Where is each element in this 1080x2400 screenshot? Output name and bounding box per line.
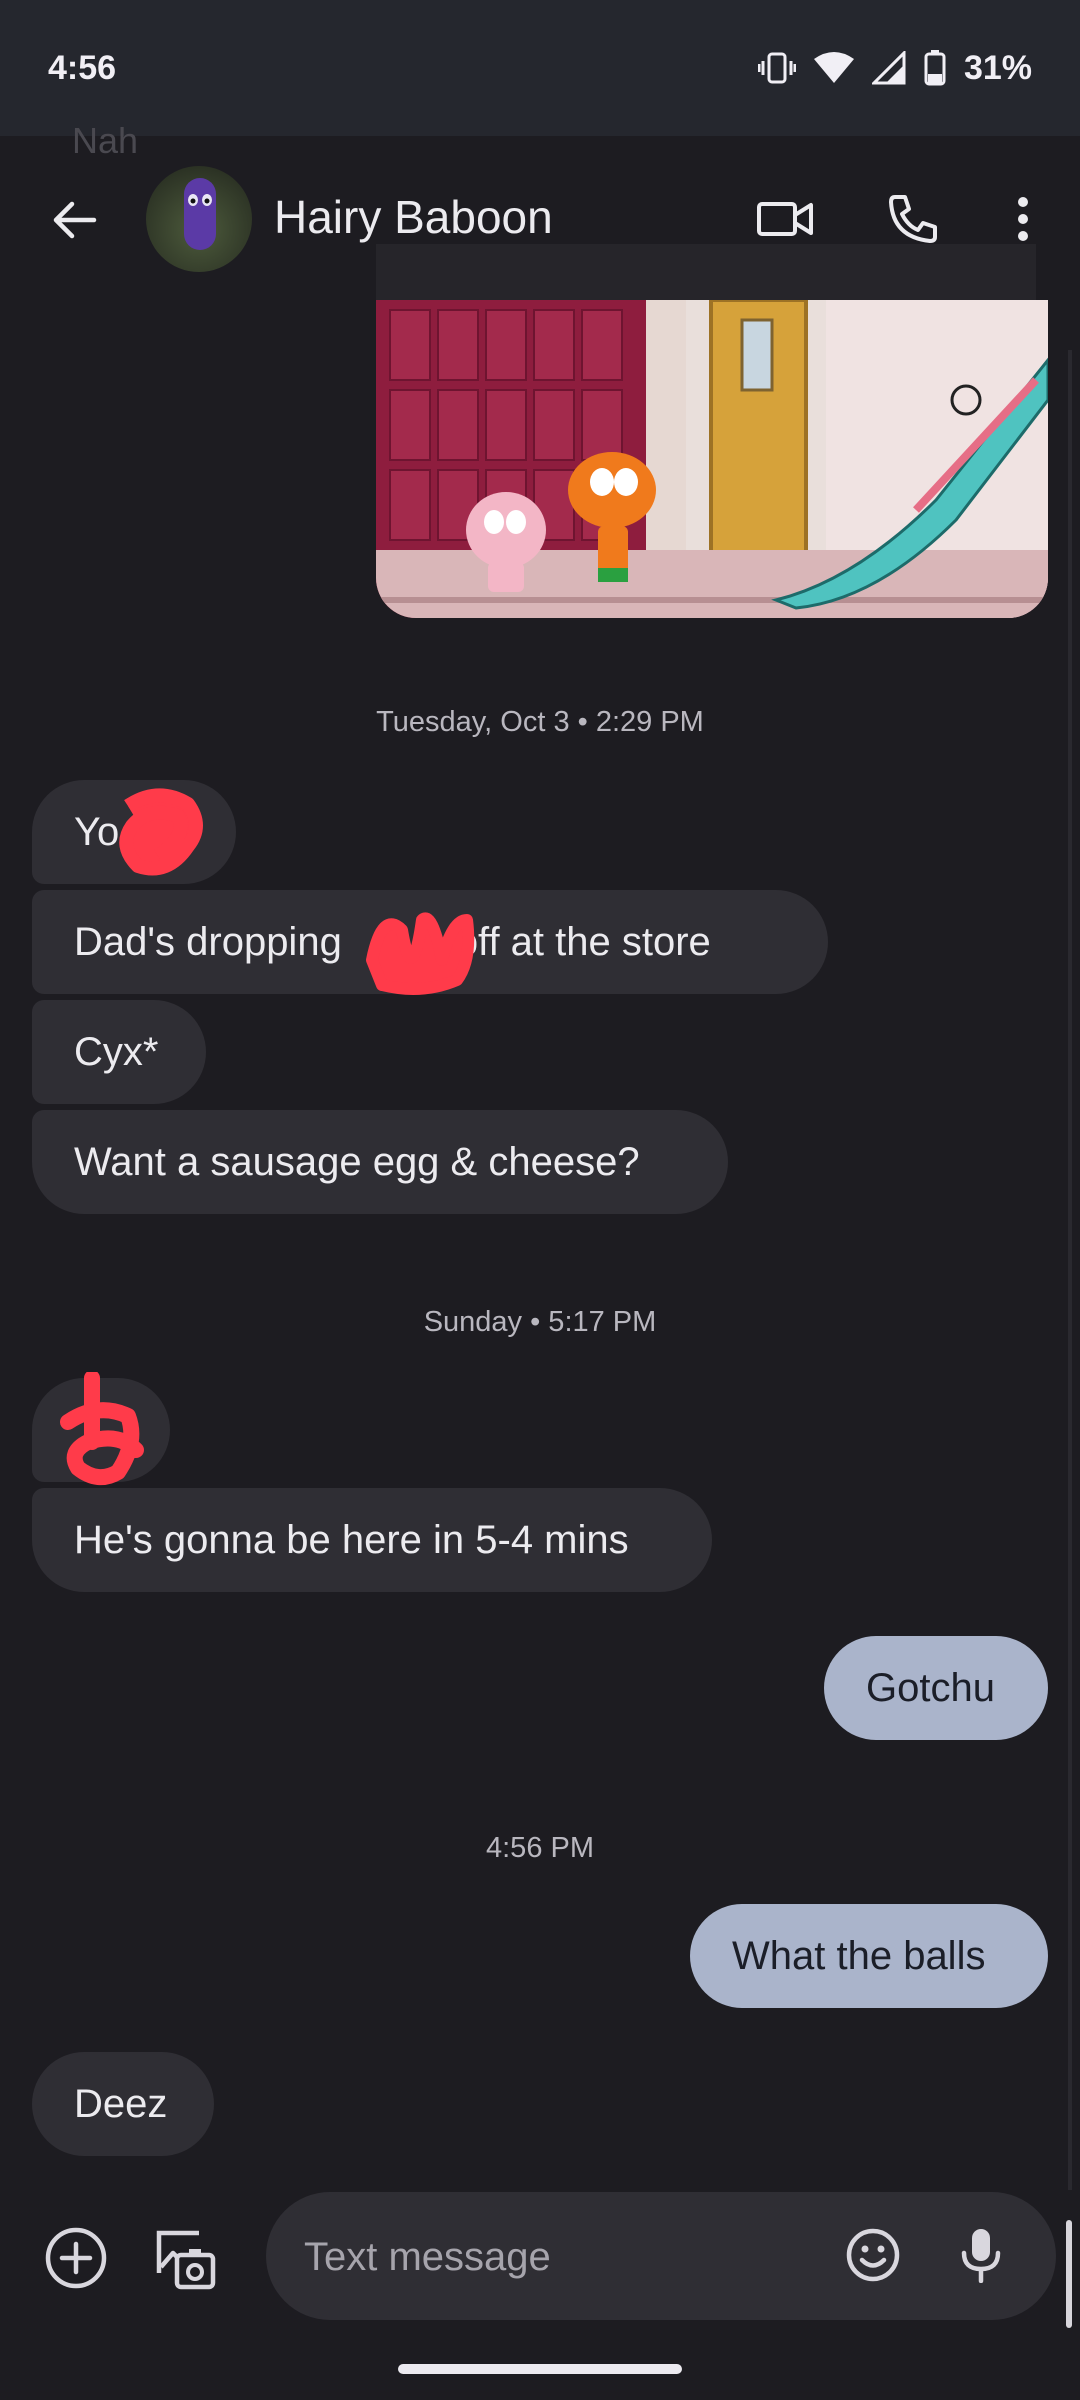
message-text: Deez [74,2081,168,2126]
wifi-icon [813,52,854,83]
vibrate-icon [757,52,796,84]
emoji-button[interactable] [840,2222,906,2288]
status-bar: 4:56 31% [0,0,1080,136]
back-arrow-icon [53,201,97,239]
more-vert-icon [1018,197,1028,241]
incoming-message[interactable]: Cyx* [32,1000,206,1104]
emoji-icon [846,2228,900,2282]
contact-avatar[interactable] [146,166,252,272]
text-message-input[interactable] [302,2192,786,2322]
home-indicator[interactable] [398,2364,682,2374]
phone-icon [889,195,937,243]
message-text-part: Dad's dropping [74,919,342,964]
image-attachment[interactable] [376,300,1048,618]
message-text-part: off at the store [455,919,711,964]
outgoing-message[interactable]: What the balls [690,1904,1048,2008]
status-icons: 31% [757,48,1032,88]
cartoon-image [376,300,1048,618]
outgoing-message[interactable]: Gotchu [824,1636,1048,1740]
redaction-scribble [366,912,475,995]
voice-input-button[interactable] [948,2222,1014,2288]
incoming-message[interactable]: Deez [32,2052,214,2156]
avatar-image [184,178,216,250]
battery-icon [924,50,946,86]
status-time: 4:56 [48,48,117,87]
battery-percent: 31% [963,48,1032,87]
redaction-scribble [119,788,203,876]
more-options-button[interactable] [990,186,1056,252]
message-text: Gotchu [866,1665,995,1710]
timestamp-divider: Sunday • 5:17 PM [423,1306,657,1338]
back-button[interactable] [44,190,104,250]
message-text: He's gonna be here in 5-4 mins [74,1517,629,1562]
incoming-message[interactable]: He's gonna be here in 5-4 mins [32,1488,712,1592]
scrollbar-track[interactable] [1068,350,1072,2190]
add-circle-icon [45,2227,107,2289]
contact-name[interactable]: Hairy Baboon [274,190,553,244]
video-call-button[interactable] [752,186,818,252]
message-compose-field[interactable] [266,2192,1056,2322]
video-call-icon [757,202,813,236]
phone-call-button[interactable] [880,186,946,252]
mic-icon [961,2229,1001,2283]
gallery-button[interactable] [146,2220,222,2296]
add-attachment-button[interactable] [40,2222,112,2294]
redaction-scribble [60,1372,144,1486]
ghost-message-text: Nah [72,120,139,161]
timestamp-divider: Tuesday, Oct 3 • 2:29 PM [376,706,704,738]
media-frame-top [376,244,1036,304]
compose-bar [0,2180,1080,2322]
signal-icon [871,51,906,85]
message-text: What the balls [732,1933,986,1978]
message-text: Yo [74,809,120,854]
timestamp-divider: 4:56 PM [486,1832,594,1864]
message-text: Cyx* [74,1029,159,1074]
incoming-message[interactable]: Want a sausage egg & cheese? [32,1110,728,1214]
message-text: Want a sausage egg & cheese? [74,1139,640,1184]
gallery-icon [156,2230,216,2290]
